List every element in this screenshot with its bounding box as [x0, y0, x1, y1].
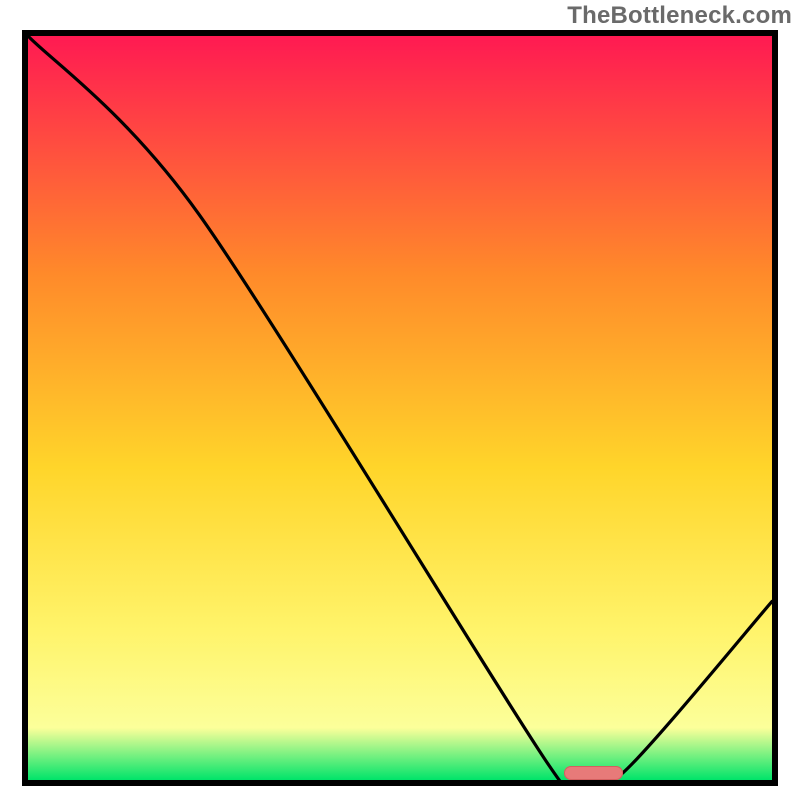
watermark-text: TheBottleneck.com [567, 2, 792, 30]
plot-svg [28, 36, 772, 780]
chart-container: TheBottleneck.com [0, 0, 800, 800]
gradient-background [28, 36, 772, 780]
minimum-marker [564, 766, 624, 780]
plot-frame [22, 30, 778, 786]
